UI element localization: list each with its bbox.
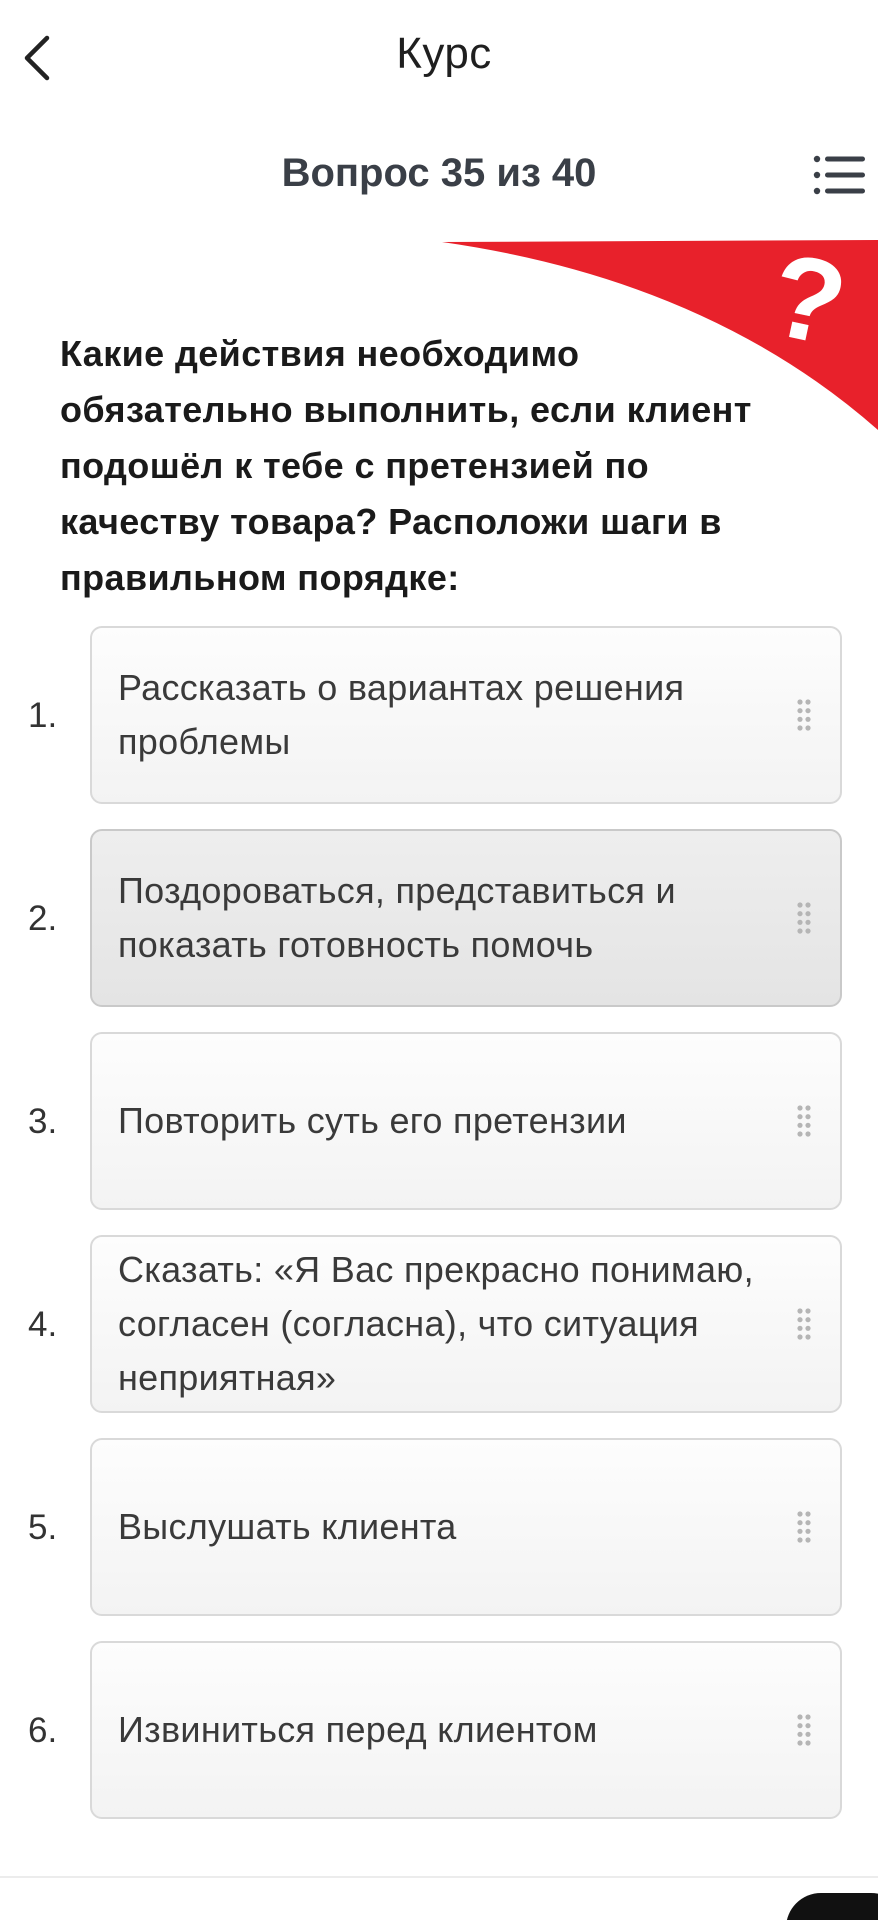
next-button[interactable]	[786, 1893, 878, 1920]
answer-text: Поздороваться, представиться и показать …	[118, 870, 676, 965]
answer-card[interactable]: Рассказать о вариантах решения проблемы	[90, 626, 842, 804]
answer-card[interactable]: Повторить суть его претензии	[90, 1032, 842, 1210]
answer-card[interactable]: Сказать: «Я Вас прекрасно понимаю, согла…	[90, 1235, 842, 1413]
app-bar: Курс	[0, 0, 878, 110]
answer-row-3: 3. Повторить суть его претензии	[0, 1032, 878, 1212]
answer-row-1: 1. Рассказать о вариантах решения пробле…	[0, 626, 878, 806]
question-counter: Вопрос 35 из 40	[281, 151, 597, 195]
answer-number: 3.	[28, 1102, 58, 1141]
drag-handle-icon[interactable]	[794, 1034, 814, 1208]
drag-handle-icon[interactable]	[794, 831, 814, 1005]
quiz-screen: Курс Вопрос 35 из 40 ? Какие действия не…	[0, 0, 878, 1920]
app-title: Курс	[396, 29, 492, 78]
answer-row-2: 2. Поздороваться, представиться и показа…	[0, 829, 878, 1009]
answer-number: 6.	[28, 1711, 58, 1750]
answer-number: 4.	[28, 1305, 58, 1344]
questions-menu-button[interactable]	[812, 150, 868, 200]
drag-handle-icon[interactable]	[794, 1643, 814, 1817]
answer-text: Извиниться перед клиентом	[118, 1709, 598, 1750]
bottom-divider	[0, 1876, 878, 1878]
answer-row-6: 6. Извиниться перед клиентом	[0, 1641, 878, 1821]
answer-text: Повторить суть его претензии	[118, 1100, 627, 1141]
question-header: Вопрос 35 из 40	[0, 140, 878, 210]
answer-number: 2.	[28, 899, 58, 938]
answer-number: 5.	[28, 1508, 58, 1547]
list-menu-icon	[813, 155, 865, 195]
answer-card[interactable]: Извиниться перед клиентом	[90, 1641, 842, 1819]
answer-text: Рассказать о вариантах решения проблемы	[118, 667, 685, 762]
answer-text: Сказать: «Я Вас прекрасно понимаю, согла…	[118, 1249, 754, 1398]
answer-row-4: 4. Сказать: «Я Вас прекрасно понимаю, со…	[0, 1235, 878, 1415]
drag-handle-icon[interactable]	[794, 1440, 814, 1614]
answer-number: 1.	[28, 696, 58, 735]
question-text: Какие действия необходимо обязательно вы…	[60, 333, 752, 598]
answer-card[interactable]: Выслушать клиента	[90, 1438, 842, 1616]
answer-text: Выслушать клиента	[118, 1506, 457, 1547]
drag-handle-icon[interactable]	[794, 1237, 814, 1411]
answer-row-5: 5. Выслушать клиента	[0, 1438, 878, 1618]
answer-card-selected[interactable]: Поздороваться, представиться и показать …	[90, 829, 842, 1007]
drag-handle-icon[interactable]	[794, 628, 814, 802]
